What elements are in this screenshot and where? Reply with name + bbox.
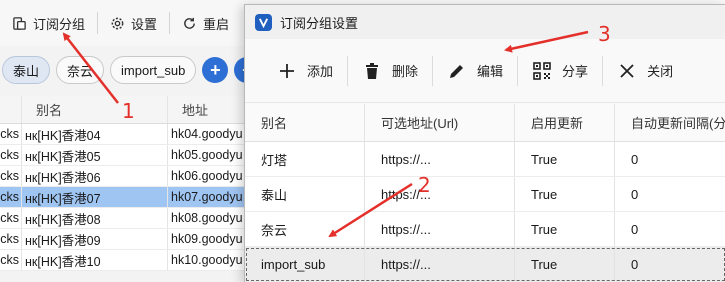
plus-icon bbox=[280, 63, 294, 78]
restart-button[interactable]: 重启 bbox=[170, 0, 241, 46]
qr-code-icon bbox=[533, 61, 551, 80]
subscription-enabled-cell: True bbox=[515, 177, 615, 211]
server-type-cell: cks bbox=[0, 145, 22, 165]
gear-icon bbox=[111, 17, 124, 29]
subscription-enabled-cell: True bbox=[515, 212, 615, 246]
plus-icon: + bbox=[210, 60, 221, 80]
subscription-interval-cell: 0 bbox=[631, 256, 639, 272]
subscription-group-icon bbox=[13, 16, 26, 30]
column-header-alias[interactable]: 别名 bbox=[22, 96, 168, 123]
server-alias-cell: нк[HK]香港10 bbox=[22, 250, 168, 270]
subscription-interval-cell: 0 bbox=[631, 186, 639, 202]
column-header-enabled[interactable]: 启用更新 bbox=[515, 104, 615, 141]
server-alias-cell: нк[HK]香港06 bbox=[22, 166, 168, 186]
server-row[interactable]: cks нк[HK]香港10 hk10.goodyu bbox=[0, 250, 260, 271]
server-row[interactable]: cks нк[HK]香港08 hk08.goodyu bbox=[0, 208, 260, 229]
column-header-interval[interactable]: 自动更新间隔(分钟) bbox=[615, 104, 725, 141]
server-type-cell: cks bbox=[0, 250, 22, 270]
annotation-number-3: 3 bbox=[598, 22, 611, 46]
column-header-url[interactable]: 可选地址(Url) bbox=[365, 104, 515, 141]
edit-button[interactable]: 编辑 bbox=[433, 51, 517, 91]
group-chip-taishan[interactable]: 泰山 bbox=[2, 56, 51, 84]
subscription-url-cell: https://... bbox=[365, 177, 515, 211]
edit-label: 编辑 bbox=[477, 64, 504, 79]
add-group-button[interactable]: + bbox=[202, 57, 229, 83]
settings-button[interactable]: 设置 bbox=[98, 0, 169, 46]
subscription-alias-cell: 泰山 bbox=[245, 177, 365, 211]
restart-label: 重启 bbox=[203, 16, 230, 32]
annotation-number-1: 1 bbox=[122, 99, 135, 123]
subscription-group-button[interactable]: 订阅分组 bbox=[0, 0, 97, 46]
share-button[interactable]: 分享 bbox=[518, 51, 602, 91]
server-alias-cell: нк[HK]香港04 bbox=[22, 124, 168, 144]
server-alias-cell: нк[HK]香港05 bbox=[22, 145, 168, 165]
chip-label: 泰山 bbox=[13, 63, 40, 79]
server-type-cell: cks bbox=[0, 187, 22, 207]
add-button[interactable]: 添加 bbox=[263, 51, 347, 91]
server-type-cell: cks bbox=[0, 229, 22, 249]
subscription-group-settings-dialog: 订阅分组设置 添加 删除 编辑 分享 关闭 别名 可选地址(Url) 启用更新 … bbox=[244, 4, 725, 282]
close-label: 关闭 bbox=[647, 64, 674, 79]
group-chip-import-sub[interactable]: import_sub bbox=[110, 56, 197, 84]
dialog-title: 订阅分组设置 bbox=[280, 15, 359, 31]
annotation-number-2: 2 bbox=[418, 173, 431, 197]
delete-label: 删除 bbox=[392, 64, 419, 79]
delete-button[interactable]: 删除 bbox=[348, 51, 432, 91]
server-type-cell: cks bbox=[0, 166, 22, 186]
server-type-cell: cks bbox=[0, 208, 22, 228]
subscription-enabled-cell: True bbox=[515, 247, 615, 281]
server-row[interactable]: cks нк[HK]香港07 hk07.goodyu bbox=[0, 187, 260, 208]
subscription-group-label: 订阅分组 bbox=[33, 16, 86, 32]
subscription-row[interactable]: 奈云 https://... True 0 bbox=[245, 212, 725, 247]
trash-icon bbox=[366, 62, 379, 79]
subscription-row[interactable]: 泰山 https://... True 0 bbox=[245, 177, 725, 212]
server-row[interactable]: cks нк[HK]香港05 hk05.goodyu bbox=[0, 145, 260, 166]
subscription-alias-cell: 奈云 bbox=[245, 212, 365, 246]
subscription-alias-cell: import_sub bbox=[245, 247, 365, 281]
subscription-table-header: 别名 可选地址(Url) 启用更新 自动更新间隔(分钟) bbox=[245, 104, 725, 142]
app-logo-icon bbox=[255, 13, 272, 31]
server-type-cell: cks bbox=[0, 124, 22, 144]
column-header-type[interactable] bbox=[0, 96, 22, 123]
dialog-title-bar: 订阅分组设置 bbox=[245, 5, 725, 39]
subscription-enabled-cell: True bbox=[515, 142, 615, 176]
subscription-row[interactable]: 灯塔 https://... True 0 bbox=[245, 142, 725, 177]
add-label: 添加 bbox=[307, 64, 334, 79]
pencil-icon bbox=[450, 64, 464, 78]
subscription-alias-cell: 灯塔 bbox=[245, 142, 365, 176]
subscription-table: 别名 可选地址(Url) 启用更新 自动更新间隔(分钟) 灯塔https://.… bbox=[245, 104, 725, 282]
server-alias-cell: нк[HK]香港09 bbox=[22, 229, 168, 249]
close-icon bbox=[620, 63, 634, 78]
server-row[interactable]: cks нк[HK]香港09 hk09.goodyu bbox=[0, 229, 260, 250]
column-header-alias[interactable]: 别名 bbox=[245, 104, 365, 141]
server-row[interactable]: cks нк[HK]香港04 hk04.goodyu bbox=[0, 124, 260, 145]
dialog-toolbar: 添加 删除 编辑 分享 关闭 bbox=[245, 39, 725, 103]
subscription-url-cell: https://... bbox=[365, 212, 515, 246]
subscription-url-cell: https://... bbox=[365, 142, 515, 176]
subscription-url-cell: https://... bbox=[365, 247, 515, 281]
subscription-interval-cell: 0 bbox=[631, 151, 639, 167]
chip-label: 奈云 bbox=[67, 63, 94, 79]
subscription-row[interactable]: import_sub https://... True 0 bbox=[245, 247, 725, 282]
group-chip-naiyun[interactable]: 奈云 bbox=[56, 56, 105, 84]
settings-label: 设置 bbox=[131, 16, 158, 32]
server-row[interactable]: cks нк[HK]香港06 hk06.goodyu bbox=[0, 166, 260, 187]
chip-label: import_sub bbox=[121, 62, 186, 78]
restart-icon bbox=[184, 17, 195, 29]
server-alias-cell: нк[HK]香港08 bbox=[22, 208, 168, 228]
subscription-interval-cell: 0 bbox=[631, 221, 639, 237]
close-button[interactable]: 关闭 bbox=[603, 51, 687, 91]
server-alias-cell: нк[HK]香港07 bbox=[22, 187, 168, 207]
share-label: 分享 bbox=[562, 64, 589, 79]
